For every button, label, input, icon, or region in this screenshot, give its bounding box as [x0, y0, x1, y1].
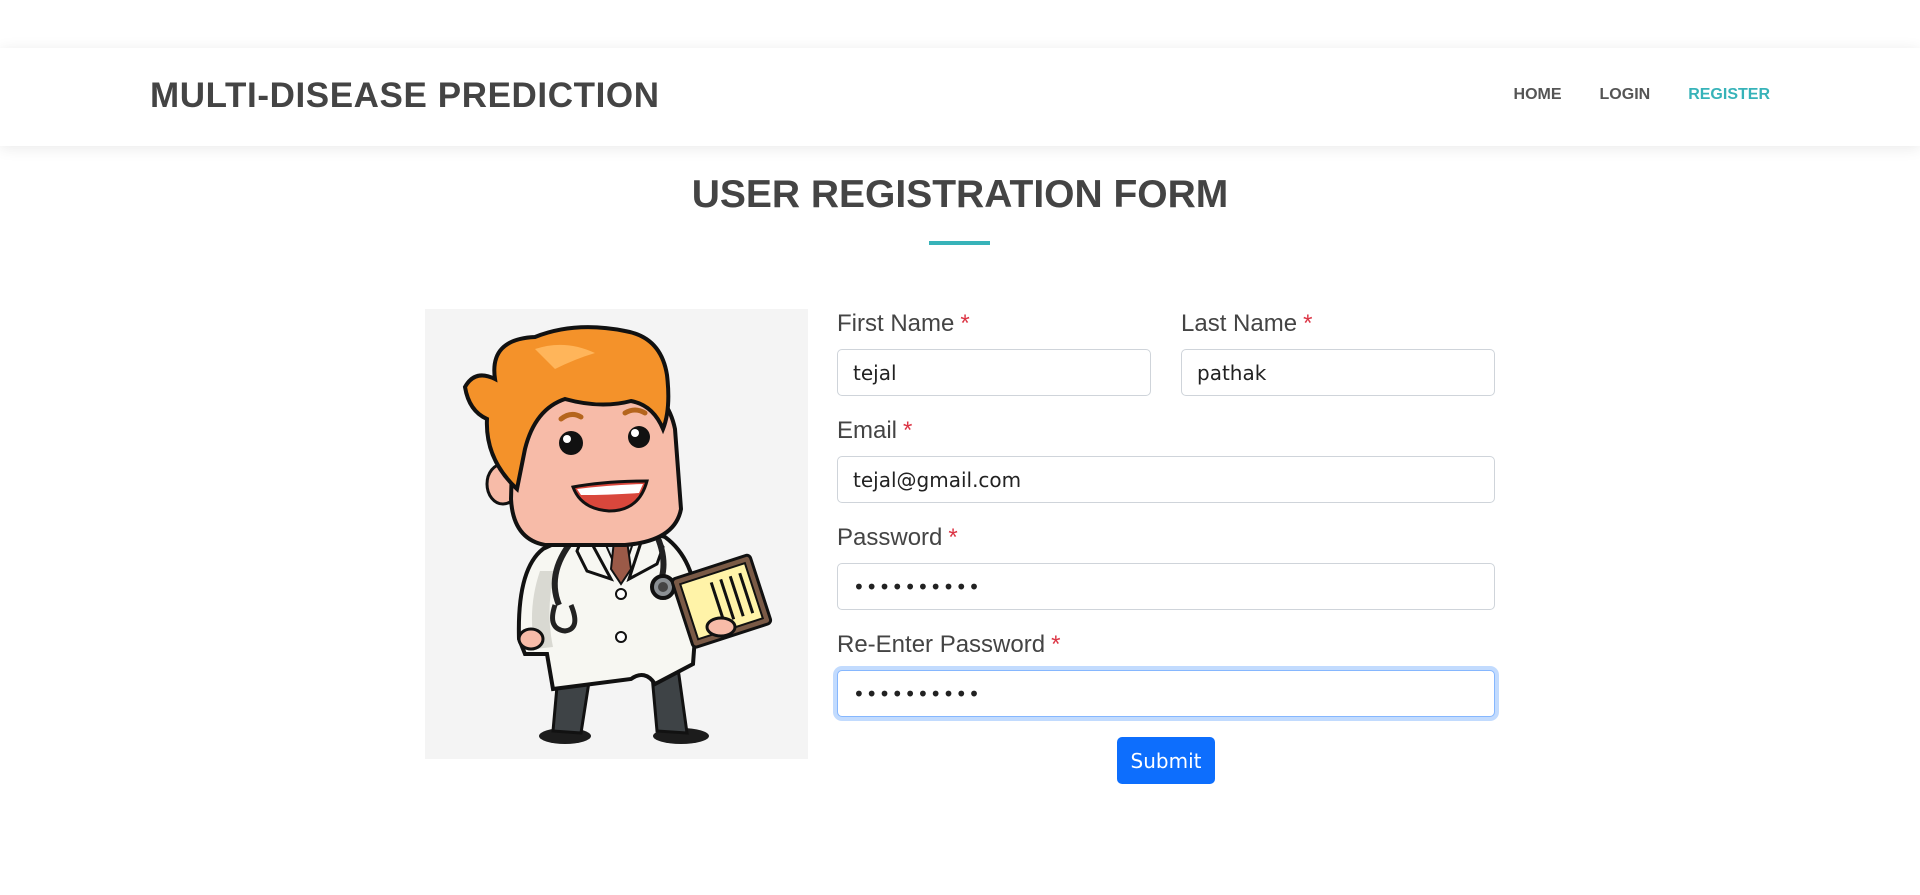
email-label-text: Email	[837, 417, 898, 444]
last-name-label: Last Name *	[1181, 310, 1312, 338]
password-label: Password *	[837, 524, 958, 552]
email-input[interactable]	[837, 456, 1495, 503]
required-mark: *	[1303, 310, 1313, 337]
password-input[interactable]	[837, 563, 1495, 610]
required-mark: *	[1051, 631, 1061, 658]
email-label: Email *	[837, 417, 912, 445]
required-mark: *	[960, 310, 970, 337]
re-password-label-text: Re-Enter Password	[837, 631, 1046, 658]
first-name-label: First Name *	[837, 310, 970, 338]
re-password-label: Re-Enter Password *	[837, 631, 1060, 659]
site-brand[interactable]: MULTI-DISEASE PREDICTION	[150, 76, 660, 116]
doctor-cartoon-illustration	[425, 309, 808, 759]
nav-home-link[interactable]: HOME	[1514, 86, 1562, 104]
first-name-label-text: First Name	[837, 310, 955, 337]
main-nav: HOME LOGIN REGISTER	[1476, 86, 1770, 104]
last-name-label-text: Last Name	[1181, 310, 1298, 337]
title-underline	[929, 241, 990, 245]
first-name-input[interactable]	[837, 349, 1151, 396]
password-label-text: Password	[837, 524, 943, 551]
re-password-input[interactable]	[837, 670, 1495, 717]
required-mark: *	[903, 417, 913, 444]
required-mark: *	[948, 524, 958, 551]
nav-login-link[interactable]: LOGIN	[1600, 86, 1651, 104]
page-title: USER REGISTRATION FORM	[691, 173, 1229, 216]
submit-button[interactable]: Submit	[1117, 737, 1215, 784]
nav-register-link[interactable]: REGISTER	[1688, 86, 1770, 104]
last-name-input[interactable]	[1181, 349, 1495, 396]
site-header: MULTI-DISEASE PREDICTION HOME LOGIN REGI…	[0, 48, 1920, 146]
